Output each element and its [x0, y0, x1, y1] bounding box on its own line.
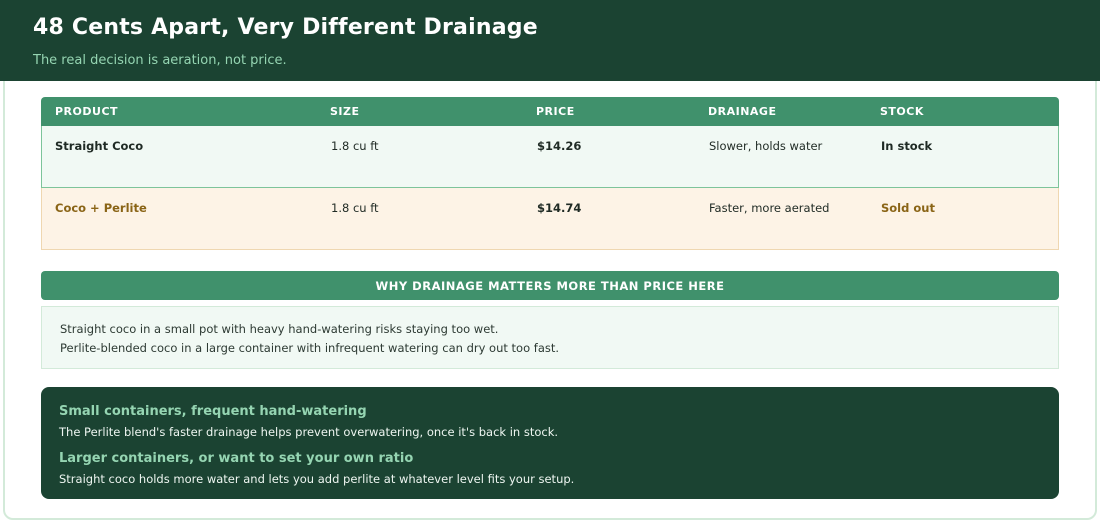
stock-status: In stock [881, 139, 933, 153]
recommendation-text: The Perlite blend's faster drainage help… [59, 425, 559, 439]
column-header-stock: STOCK [880, 105, 924, 118]
product-drainage: Faster, more aerated [709, 201, 830, 215]
product-size: 1.8 cu ft [331, 139, 379, 153]
column-header-drainage: DRAINAGE [708, 105, 777, 118]
product-size: 1.8 cu ft [331, 201, 379, 215]
recommendation-title: Larger containers, or want to set your o… [59, 451, 414, 466]
product-name: Straight Coco [55, 139, 144, 153]
recommendation-title: Small containers, frequent hand-watering [59, 404, 367, 419]
column-header-size: SIZE [330, 105, 360, 118]
why-heading: WHY DRAINAGE MATTERS MORE THAN PRICE HER… [41, 271, 1059, 300]
recommendation-panel: Small containers, frequent hand-watering… [41, 387, 1059, 499]
why-line: Straight coco in a small pot with heavy … [60, 322, 499, 336]
page-subtitle: The real decision is aeration, not price… [33, 53, 287, 68]
why-explanation: Straight coco in a small pot with heavy … [41, 306, 1059, 369]
column-header-product: PRODUCT [55, 105, 119, 118]
table-row: Straight Coco 1.8 cu ft $14.26 Slower, h… [41, 126, 1059, 188]
page-title: 48 Cents Apart, Very Different Drainage [33, 15, 538, 40]
stock-status: Sold out [881, 201, 935, 215]
table-row: Coco + Perlite 1.8 cu ft $14.74 Faster, … [41, 188, 1059, 250]
recommendation-text: Straight coco holds more water and lets … [59, 472, 575, 486]
table-header-row: PRODUCT SIZE PRICE DRAINAGE STOCK [41, 97, 1059, 126]
product-name: Coco + Perlite [55, 201, 147, 215]
page-header: 48 Cents Apart, Very Different Drainage … [0, 0, 1100, 81]
why-line: Perlite-blended coco in a large containe… [60, 341, 560, 355]
column-header-price: PRICE [536, 105, 575, 118]
comparison-table: PRODUCT SIZE PRICE DRAINAGE STOCK Straig… [41, 97, 1059, 250]
product-drainage: Slower, holds water [709, 139, 823, 153]
product-price: $14.74 [537, 201, 582, 215]
product-price: $14.26 [537, 139, 582, 153]
